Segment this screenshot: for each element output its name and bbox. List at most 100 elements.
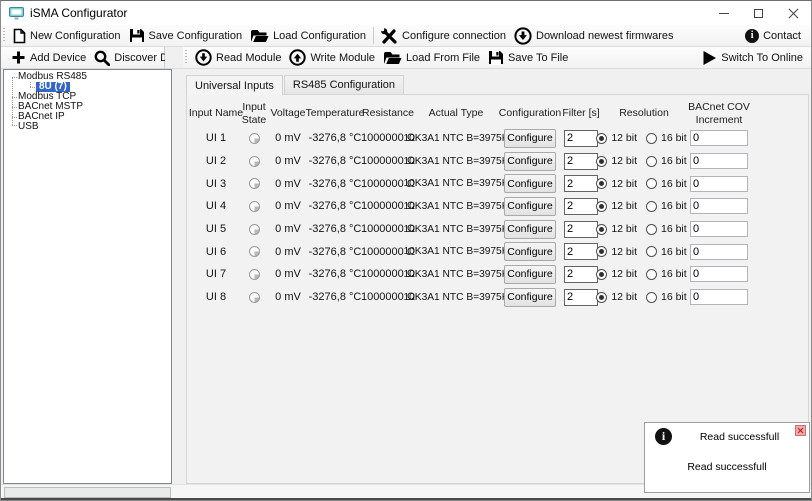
voltage-value: 0 mV bbox=[275, 132, 301, 144]
radio-12bit[interactable] bbox=[596, 269, 607, 280]
filter-input[interactable] bbox=[564, 221, 598, 238]
resolution-cell: 12 bit 16 bit bbox=[596, 268, 691, 280]
search-icon bbox=[94, 50, 110, 66]
filter-input[interactable] bbox=[564, 243, 598, 260]
new-document-icon bbox=[13, 28, 26, 44]
tree-item-usb[interactable]: USB bbox=[4, 122, 171, 132]
filter-input[interactable] bbox=[564, 153, 598, 170]
module-toolbar-row: Add Device Discover Devices Read Module … bbox=[1, 47, 811, 69]
bacnet-cov-input[interactable] bbox=[690, 266, 748, 282]
configure-button[interactable]: Configure bbox=[504, 242, 556, 261]
filter-input[interactable] bbox=[564, 289, 598, 306]
state-led-icon bbox=[249, 246, 260, 257]
plus-icon bbox=[11, 50, 26, 65]
bacnet-cov-input[interactable] bbox=[690, 153, 748, 169]
bacnet-cov-input[interactable] bbox=[690, 176, 748, 192]
input-name: UI 1 bbox=[206, 132, 226, 144]
save-configuration-button[interactable]: Save Configuration bbox=[125, 26, 247, 46]
configure-connection-button[interactable]: Configure connection bbox=[377, 26, 510, 46]
temperature-value: -3276,8 °C bbox=[309, 291, 362, 303]
tab-universal-inputs[interactable]: Universal Inputs bbox=[186, 75, 283, 95]
add-device-button[interactable]: Add Device bbox=[7, 48, 90, 68]
bacnet-cov-input[interactable] bbox=[690, 289, 748, 305]
radio-12bit[interactable] bbox=[596, 178, 607, 189]
radio-16bit-label: 16 bit bbox=[661, 223, 687, 235]
configure-button[interactable]: Configure bbox=[504, 174, 556, 193]
input-name: UI 5 bbox=[206, 223, 226, 235]
input-name: UI 4 bbox=[206, 200, 226, 212]
radio-12bit[interactable] bbox=[596, 133, 607, 144]
save-to-file-button[interactable]: Save To File bbox=[484, 48, 572, 68]
radio-12bit-label: 12 bit bbox=[611, 223, 637, 235]
column-header-temperature: Temperature bbox=[306, 107, 365, 119]
radio-12bit-label: 12 bit bbox=[611, 155, 637, 167]
radio-12bit[interactable] bbox=[596, 246, 607, 257]
actual-type-value: 10K3A1 NTC B=3975K bbox=[403, 133, 508, 144]
write-module-button[interactable]: Write Module bbox=[285, 48, 379, 68]
temperature-value: -3276,8 °C bbox=[309, 246, 362, 258]
configure-button[interactable]: Configure bbox=[504, 152, 556, 171]
configure-button[interactable]: Configure bbox=[504, 197, 556, 216]
bacnet-cov-input[interactable] bbox=[690, 244, 748, 260]
resolution-cell: 12 bit 16 bit bbox=[596, 132, 691, 144]
app-icon bbox=[9, 7, 24, 20]
configure-button[interactable]: Configure bbox=[504, 129, 556, 148]
radio-16bit[interactable] bbox=[646, 201, 657, 212]
app-window: iSMA Configurator New Configuration Save… bbox=[0, 0, 812, 501]
maximize-button[interactable] bbox=[741, 1, 776, 25]
notification-close-button[interactable] bbox=[795, 425, 806, 436]
info-icon: i bbox=[655, 428, 672, 445]
switch-to-online-button[interactable]: Switch To Online bbox=[698, 48, 807, 68]
resolution-cell: 12 bit 16 bit bbox=[596, 155, 691, 167]
open-folder-icon bbox=[383, 51, 402, 65]
voltage-value: 0 mV bbox=[275, 178, 301, 190]
new-configuration-button[interactable]: New Configuration bbox=[9, 26, 125, 46]
temperature-value: -3276,8 °C bbox=[309, 200, 362, 212]
contact-button[interactable]: i Contact bbox=[741, 26, 805, 46]
read-module-button[interactable]: Read Module bbox=[191, 48, 285, 68]
radio-16bit-label: 16 bit bbox=[661, 268, 687, 280]
radio-16bit[interactable] bbox=[646, 269, 657, 280]
close-button[interactable] bbox=[776, 1, 811, 25]
configure-button[interactable]: Configure bbox=[504, 220, 556, 239]
radio-12bit[interactable] bbox=[596, 292, 607, 303]
close-icon bbox=[788, 8, 799, 19]
radio-16bit[interactable] bbox=[646, 178, 657, 189]
load-configuration-button[interactable]: Load Configuration bbox=[246, 26, 370, 46]
radio-16bit[interactable] bbox=[646, 133, 657, 144]
actual-type-value: 10K3A1 NTC B=3975K bbox=[403, 224, 508, 235]
radio-16bit[interactable] bbox=[646, 156, 657, 167]
radio-12bit-label: 12 bit bbox=[611, 268, 637, 280]
filter-input[interactable] bbox=[564, 198, 598, 215]
tab-rs485-configuration[interactable]: RS485 Configuration bbox=[284, 75, 404, 94]
radio-12bit[interactable] bbox=[596, 201, 607, 212]
filter-input[interactable] bbox=[564, 130, 598, 147]
input-state-cell bbox=[249, 133, 260, 144]
radio-16bit[interactable] bbox=[646, 292, 657, 303]
temperature-value: -3276,8 °C bbox=[309, 268, 362, 280]
open-folder-icon bbox=[250, 29, 269, 43]
configure-button[interactable]: Configure bbox=[504, 265, 556, 284]
input-name: UI 6 bbox=[206, 246, 226, 258]
load-from-file-button[interactable]: Load From File bbox=[379, 48, 484, 68]
radio-12bit[interactable] bbox=[596, 224, 607, 235]
table-row: UI 4 0 mV -3276,8 °C 1000000 Ω 10K3A1 NT… bbox=[194, 195, 808, 218]
table-row: UI 8 0 mV -3276,8 °C 1000000 Ω 10K3A1 NT… bbox=[194, 286, 808, 309]
filter-input[interactable] bbox=[564, 266, 598, 283]
minimize-button[interactable] bbox=[706, 1, 741, 25]
bacnet-cov-input[interactable] bbox=[690, 130, 748, 146]
download-firmwares-button[interactable]: Download newest firmwares bbox=[510, 26, 678, 46]
configure-button[interactable]: Configure bbox=[504, 288, 556, 307]
tree-item-modbus-rs485[interactable]: Modbus RS485 bbox=[4, 72, 171, 82]
radio-16bit[interactable] bbox=[646, 246, 657, 257]
titlebar: iSMA Configurator bbox=[1, 1, 811, 25]
radio-12bit[interactable] bbox=[596, 156, 607, 167]
universal-inputs-table: Input NameInput StateVoltageTemperatureR… bbox=[194, 100, 808, 309]
bacnet-cov-input[interactable] bbox=[690, 221, 748, 237]
bacnet-cov-input[interactable] bbox=[690, 198, 748, 214]
save-floppy-icon bbox=[129, 28, 145, 43]
toolbar-gap bbox=[165, 47, 183, 69]
radio-16bit[interactable] bbox=[646, 224, 657, 235]
filter-input[interactable] bbox=[564, 175, 598, 192]
radio-12bit-label: 12 bit bbox=[611, 200, 637, 212]
